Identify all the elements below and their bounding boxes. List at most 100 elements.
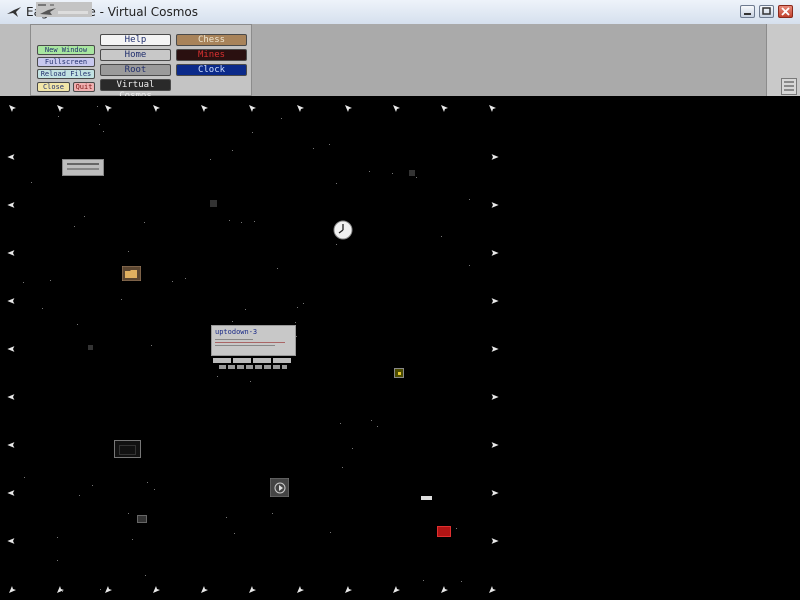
red-item[interactable] [437, 526, 451, 537]
nav-arrow-icon [7, 442, 15, 448]
star [391, 172, 393, 174]
nav-arrow-icon [441, 105, 448, 112]
star [371, 419, 373, 421]
star [252, 131, 254, 133]
small-bar-item[interactable] [421, 496, 432, 500]
nav-arrow-icon [7, 538, 15, 544]
small-window-item[interactable] [62, 159, 104, 176]
star [226, 516, 228, 518]
folder-icon[interactable] [122, 266, 141, 281]
nav-arrow-icon [249, 586, 256, 593]
star [132, 539, 134, 541]
star [217, 375, 219, 377]
nav-arrow-icon [491, 298, 499, 304]
clock-button[interactable]: Clock [176, 64, 247, 76]
nav-arrow-icon [7, 490, 15, 496]
nav-arrow-icon [297, 105, 304, 112]
virtual-cosmos-view[interactable] [0, 96, 800, 600]
nav-arrow-icon [345, 586, 352, 593]
nav-arrow-icon [491, 202, 499, 208]
star [277, 267, 279, 269]
star [303, 302, 305, 304]
nav-arrow-icon [393, 105, 400, 112]
minimize-button[interactable] [740, 5, 755, 18]
nav-arrow-icon [491, 394, 499, 400]
star [455, 527, 457, 529]
star [97, 106, 99, 108]
star [234, 533, 236, 535]
star [340, 422, 342, 424]
star [369, 170, 371, 172]
star [56, 536, 58, 538]
star [76, 323, 78, 325]
star [121, 298, 123, 300]
play-button-item[interactable] [270, 478, 289, 497]
close-app-button[interactable]: Close [37, 82, 70, 92]
dim-item[interactable] [210, 200, 217, 207]
chess-button[interactable]: Chess [176, 34, 247, 46]
mines-button[interactable]: Mines [176, 49, 247, 61]
star [58, 116, 60, 118]
eagle-app-icon [7, 7, 21, 17]
nav-arrow-icon [105, 105, 112, 112]
close-icon [781, 7, 790, 16]
star [128, 251, 130, 253]
panel-resize-handle[interactable] [781, 78, 797, 95]
nav-arrow-icon [491, 442, 499, 448]
reload-files-button[interactable]: Reload Files [37, 69, 95, 79]
root-button[interactable]: Root [100, 64, 171, 76]
fullscreen-button[interactable]: Fullscreen [37, 57, 95, 67]
home-button[interactable]: Home [100, 49, 171, 61]
eagle-mode-logo-icon [36, 2, 92, 17]
content-control-area [252, 24, 766, 96]
star [352, 447, 354, 449]
star [296, 335, 298, 337]
nav-arrow-icon [491, 538, 499, 544]
star [57, 559, 59, 561]
star [209, 159, 211, 161]
nav-arrow-icon [9, 586, 16, 593]
star [128, 512, 130, 514]
star [295, 322, 297, 324]
quit-button[interactable]: Quit [73, 82, 95, 92]
terminal-item[interactable] [114, 440, 141, 458]
updown-controls[interactable] [213, 358, 293, 363]
nav-arrow-icon [393, 586, 400, 593]
updown-keys [219, 365, 287, 369]
star [23, 282, 25, 284]
star [297, 307, 299, 309]
nav-arrow-icon [153, 586, 160, 593]
clock-icon[interactable] [333, 220, 353, 240]
maximize-button[interactable] [759, 5, 774, 18]
star [330, 532, 332, 534]
tiny-item[interactable] [137, 515, 147, 523]
star [423, 580, 425, 582]
nav-arrow-icon [57, 586, 64, 593]
nav-arrow-icon [297, 586, 304, 593]
dim-item[interactable] [88, 345, 93, 350]
star [31, 181, 33, 183]
nav-arrow-icon [441, 586, 448, 593]
star [244, 309, 246, 311]
maximize-icon [762, 7, 771, 15]
virtual-cosmos-button[interactable]: Virtual Cosmos [100, 79, 171, 101]
close-button[interactable] [778, 5, 793, 18]
star [92, 484, 94, 486]
nav-arrow-icon [153, 105, 160, 112]
new-window-button[interactable]: New Window [37, 45, 95, 55]
star [342, 467, 344, 469]
star [328, 143, 330, 145]
help-button[interactable]: Help [100, 34, 171, 46]
updown-panel[interactable]: uptodown-3 [211, 325, 296, 356]
star [231, 150, 233, 152]
dim-item[interactable] [409, 170, 415, 176]
star [151, 345, 153, 347]
star [78, 494, 80, 496]
star [231, 321, 233, 323]
nav-arrow-icon [489, 105, 496, 112]
star [62, 591, 64, 593]
star [469, 198, 471, 200]
yellow-item[interactable] [394, 368, 404, 378]
minimize-icon [744, 13, 751, 15]
star [272, 513, 274, 515]
